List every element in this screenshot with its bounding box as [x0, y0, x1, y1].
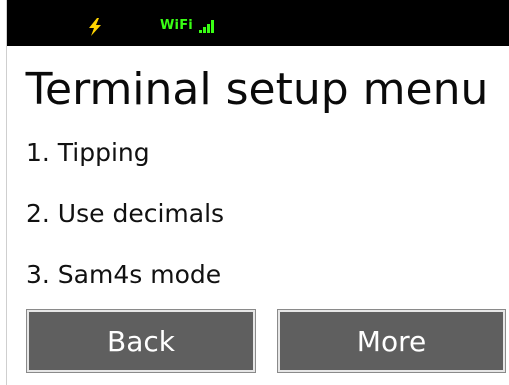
signal-bars-icon	[198, 20, 214, 33]
setup-menu: 1. Tipping 2. Use decimals 3. Sam4s mode	[26, 138, 224, 290]
wifi-label: WiFi	[160, 18, 193, 33]
back-button[interactable]: Back	[26, 309, 256, 373]
menu-item-use-decimals[interactable]: 2. Use decimals	[26, 199, 224, 229]
screen-left-edge	[0, 0, 7, 385]
menu-item-sam4s-mode[interactable]: 3. Sam4s mode	[26, 260, 224, 290]
page-title: Terminal setup menu	[25, 64, 489, 115]
status-bar: WiFi	[7, 0, 509, 46]
wifi-status: WiFi	[160, 19, 217, 33]
more-button[interactable]: More	[277, 309, 506, 373]
menu-item-tipping[interactable]: 1. Tipping	[26, 138, 224, 168]
lightning-bolt-icon	[89, 18, 101, 36]
